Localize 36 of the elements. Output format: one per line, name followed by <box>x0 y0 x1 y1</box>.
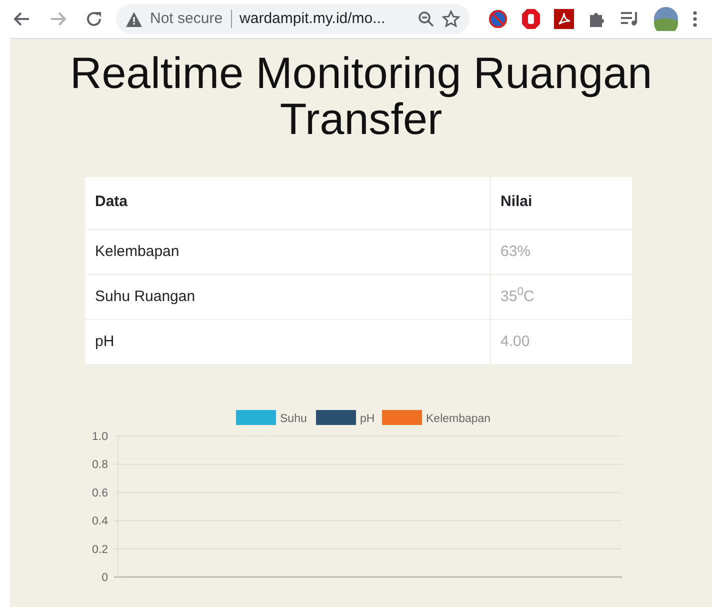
y-tick-label: 0.8 <box>92 459 108 472</box>
menu-icon[interactable] <box>692 10 698 28</box>
legend-label: pH <box>360 412 375 425</box>
y-tick-label: 0.4 <box>92 515 108 528</box>
address-bar[interactable]: Not secure wardampit.my.id/mo... <box>116 4 470 34</box>
column-header: Data <box>85 177 490 230</box>
y-tick-label: 0.6 <box>92 487 108 500</box>
security-label: Not secure <box>150 8 223 29</box>
extension-icon[interactable] <box>488 9 508 29</box>
zoom-out-icon[interactable] <box>418 11 434 27</box>
legend-item[interactable]: Suhu <box>236 410 307 425</box>
data-label: Kelembapan <box>85 229 490 274</box>
y-tick-label: 0 <box>102 572 108 584</box>
warning-icon <box>126 12 142 26</box>
legend-label: Suhu <box>280 412 307 425</box>
data-label: Suhu Ruangan <box>85 274 490 320</box>
playlist-icon[interactable] <box>620 11 640 27</box>
y-tick-label: 0.2 <box>92 544 108 556</box>
data-value: 4.00 <box>490 319 632 364</box>
column-header: Nilai <box>490 177 632 230</box>
data-value: 63% <box>490 229 632 274</box>
legend-item[interactable]: Kelembapan <box>382 410 491 425</box>
back-icon <box>13 10 31 28</box>
star-icon[interactable] <box>442 10 460 28</box>
page-title: Realtime Monitoring Ruangan Transfer <box>68 48 654 144</box>
legend-label: Kelembapan <box>426 412 491 425</box>
avatar-icon[interactable] <box>654 7 678 31</box>
forward-icon <box>49 10 67 28</box>
reload-icon <box>85 10 103 28</box>
data-value: 35$^{0}$C <box>490 274 632 320</box>
legend-item[interactable]: pH <box>316 410 375 425</box>
url-text: wardampit.my.id/mo... <box>240 8 386 29</box>
y-tick-label: 1.0 <box>92 430 108 443</box>
pdf-icon[interactable] <box>554 9 574 29</box>
puzzle-icon[interactable] <box>588 10 606 28</box>
data-label: pH <box>85 319 490 364</box>
